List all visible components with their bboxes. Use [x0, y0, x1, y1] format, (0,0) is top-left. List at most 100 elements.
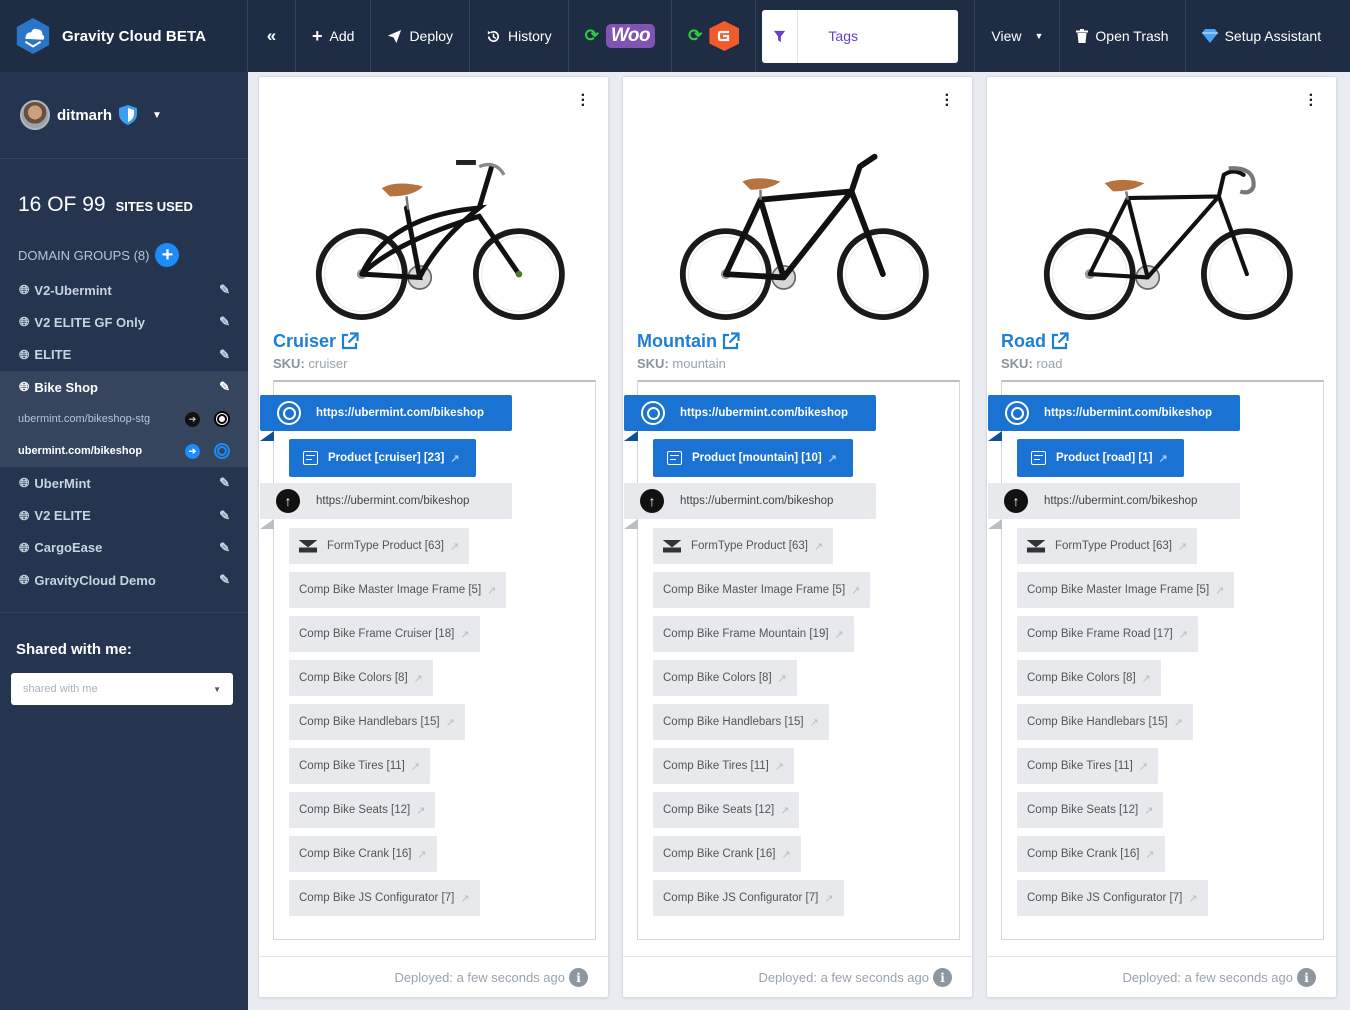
- external-link-icon[interactable]: ↗: [824, 892, 833, 905]
- secondary-url-tag[interactable]: ↑ https://ubermint.com/bikeshop: [624, 483, 876, 519]
- edit-icon[interactable]: ✎: [219, 347, 230, 363]
- primary-url-tag[interactable]: https://ubermint.com/bikeshop: [988, 395, 1240, 431]
- domain-url-item[interactable]: ubermint.com/bikeshop-stg ➔: [0, 403, 248, 435]
- card-title[interactable]: Mountain: [637, 331, 740, 352]
- primary-url-tag[interactable]: https://ubermint.com/bikeshop: [260, 395, 512, 431]
- external-link-icon[interactable]: ↗: [1142, 672, 1151, 685]
- external-link-icon[interactable]: ↗: [1144, 804, 1153, 817]
- external-link-icon[interactable]: [721, 332, 740, 351]
- component-tag[interactable]: Comp Bike Frame Road [17] ↗: [1017, 616, 1198, 652]
- component-tag[interactable]: Comp Bike Handlebars [15] ↗: [1017, 704, 1193, 740]
- component-tag[interactable]: Comp Bike Seats [12] ↗: [1017, 792, 1164, 828]
- card-title[interactable]: Cruiser: [273, 331, 359, 352]
- component-tag[interactable]: Comp Bike Tires [11] ↗: [653, 748, 795, 784]
- target-icon[interactable]: [214, 411, 230, 428]
- setup-assistant-button[interactable]: Setup Assistant: [1186, 0, 1338, 72]
- form-tag[interactable]: FormType Product [63] ↗: [1017, 528, 1198, 564]
- user-menu[interactable]: ditmarh ▼: [0, 72, 248, 159]
- woocommerce-sync-button[interactable]: ⟳ Woo: [569, 0, 673, 72]
- external-link-icon[interactable]: ↗: [416, 804, 425, 817]
- external-link-icon[interactable]: ↗: [782, 848, 791, 861]
- component-tag[interactable]: Comp Bike Tires [11] ↗: [1017, 748, 1159, 784]
- domain-group-item[interactable]: 🌐︎ UberMint ✎: [0, 467, 248, 499]
- external-link-icon[interactable]: ↗: [414, 672, 423, 685]
- component-tag[interactable]: Comp Bike Crank [16] ↗: [289, 836, 437, 872]
- form-tag[interactable]: FormType Product [63] ↗: [289, 528, 470, 564]
- external-link-icon[interactable]: ↗: [1158, 452, 1167, 465]
- component-tag[interactable]: Comp Bike JS Configurator [7] ↗: [653, 880, 844, 916]
- open-trash-button[interactable]: Open Trash: [1060, 0, 1186, 72]
- external-link-icon[interactable]: ↗: [1178, 540, 1187, 553]
- collapse-sidebar-button[interactable]: «: [248, 0, 296, 72]
- external-link-icon[interactable]: ↗: [1174, 716, 1183, 729]
- arrow-right-icon[interactable]: ➔: [185, 411, 200, 427]
- domain-group-item-active[interactable]: 🌐︎ Bike Shop ✎: [0, 371, 248, 403]
- brand[interactable]: Gravity Cloud BETA: [0, 0, 248, 72]
- external-link-icon[interactable]: ↗: [418, 848, 427, 861]
- arrow-right-icon[interactable]: ➔: [185, 443, 200, 459]
- external-link-icon[interactable]: ↗: [810, 716, 819, 729]
- edit-icon[interactable]: ✎: [219, 540, 230, 556]
- gravity-forms-sync-button[interactable]: ⟳: [672, 0, 757, 72]
- info-icon[interactable]: i: [933, 968, 952, 987]
- external-link-icon[interactable]: [1050, 332, 1069, 351]
- component-tag[interactable]: Comp Bike Handlebars [15] ↗: [289, 704, 465, 740]
- tags-filter[interactable]: Tags: [762, 9, 959, 63]
- external-link-icon[interactable]: ↗: [446, 716, 455, 729]
- external-link-icon[interactable]: ↗: [450, 540, 459, 553]
- component-tag[interactable]: Comp Bike Colors [8] ↗: [289, 660, 433, 696]
- domain-group-item[interactable]: 🌐︎ V2 ELITE ✎: [0, 499, 248, 531]
- edit-icon[interactable]: ✎: [219, 475, 230, 491]
- deploy-button[interactable]: Deploy: [371, 0, 471, 72]
- component-tag[interactable]: Comp Bike Seats [12] ↗: [653, 792, 800, 828]
- secondary-url-tag[interactable]: ↑ https://ubermint.com/bikeshop: [988, 483, 1240, 519]
- external-link-icon[interactable]: ↗: [835, 628, 844, 641]
- domain-group-item[interactable]: 🌐︎ ELITE ✎: [0, 339, 248, 371]
- component-tag[interactable]: Comp Bike Colors [8] ↗: [653, 660, 797, 696]
- edit-icon[interactable]: ✎: [219, 282, 230, 298]
- component-tag[interactable]: Comp Bike Crank [16] ↗: [653, 836, 801, 872]
- info-icon[interactable]: i: [1297, 968, 1316, 987]
- edit-icon[interactable]: ✎: [219, 572, 230, 588]
- component-tag[interactable]: Comp Bike Frame Mountain [19] ↗: [653, 616, 854, 652]
- domain-group-item[interactable]: 🌐︎ GravityCloud Demo ✎: [0, 564, 248, 596]
- external-link-icon[interactable]: ↗: [814, 540, 823, 553]
- external-link-icon[interactable]: ↗: [460, 892, 469, 905]
- external-link-icon[interactable]: ↗: [851, 584, 860, 597]
- card-menu-icon[interactable]: · · ·: [945, 88, 950, 114]
- target-icon[interactable]: [214, 443, 230, 460]
- component-tag[interactable]: Comp Bike JS Configurator [7] ↗: [1017, 880, 1208, 916]
- info-icon[interactable]: i: [569, 968, 588, 987]
- history-button[interactable]: History: [470, 0, 569, 72]
- shared-with-me-select[interactable]: shared with me ▼: [11, 673, 233, 706]
- external-link-icon[interactable]: ↗: [780, 804, 789, 817]
- external-link-icon[interactable]: ↗: [778, 672, 787, 685]
- secondary-url-tag[interactable]: ↑ https://ubermint.com/bikeshop: [260, 483, 512, 519]
- component-tag[interactable]: Comp Bike JS Configurator [7] ↗: [289, 880, 480, 916]
- view-dropdown[interactable]: View ▼: [974, 0, 1061, 72]
- card-title[interactable]: Road: [1001, 331, 1069, 352]
- component-tag[interactable]: Comp Bike Crank [16] ↗: [1017, 836, 1165, 872]
- external-link-icon[interactable]: ↗: [1146, 848, 1155, 861]
- edit-icon[interactable]: ✎: [219, 379, 230, 395]
- component-tag[interactable]: Comp Bike Colors [8] ↗: [1017, 660, 1161, 696]
- domain-group-item[interactable]: 🌐︎ CargoEase ✎: [0, 532, 248, 564]
- component-tag[interactable]: Comp Bike Seats [12] ↗: [289, 792, 436, 828]
- external-link-icon[interactable]: ↗: [460, 628, 469, 641]
- add-domain-group-button[interactable]: +: [155, 243, 180, 267]
- product-tag[interactable]: Product [cruiser] [23] ↗: [289, 439, 476, 477]
- external-link-icon[interactable]: ↗: [775, 760, 784, 773]
- external-link-icon[interactable]: ↗: [450, 452, 459, 465]
- edit-icon[interactable]: ✎: [219, 508, 230, 524]
- add-button[interactable]: + Add: [296, 0, 372, 72]
- edit-icon[interactable]: ✎: [219, 314, 230, 330]
- primary-url-tag[interactable]: https://ubermint.com/bikeshop: [624, 395, 876, 431]
- card-menu-icon[interactable]: · · ·: [581, 88, 586, 114]
- domain-url-item[interactable]: ubermint.com/bikeshop ➔: [0, 435, 248, 467]
- external-link-icon[interactable]: ↗: [1139, 760, 1148, 773]
- product-tag[interactable]: Product [road] [1] ↗: [1017, 439, 1184, 477]
- product-tag[interactable]: Product [mountain] [10] ↗: [653, 439, 853, 477]
- external-link-icon[interactable]: ↗: [487, 584, 496, 597]
- external-link-icon[interactable]: ↗: [411, 760, 420, 773]
- component-tag[interactable]: Comp Bike Master Image Frame [5] ↗: [653, 572, 871, 608]
